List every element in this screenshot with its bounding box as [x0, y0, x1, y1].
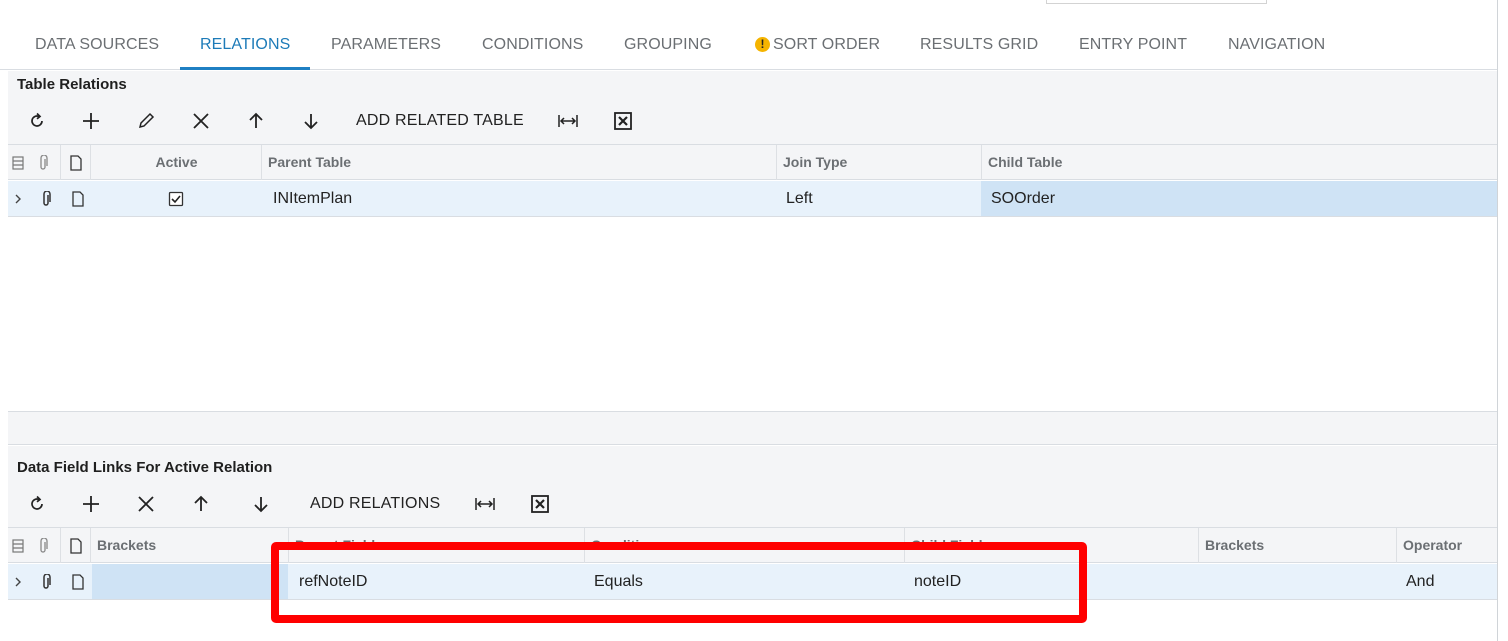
fit-link-columns-button[interactable]	[472, 491, 498, 517]
column-active[interactable]: Active	[90, 145, 262, 180]
note-header-icon	[60, 145, 90, 180]
expand-row-button[interactable]	[10, 564, 26, 599]
tab-relations[interactable]: RELATIONS	[200, 36, 290, 54]
move-link-down-button[interactable]	[248, 491, 274, 517]
fit-width-icon	[475, 498, 495, 510]
note-button[interactable]	[68, 564, 88, 599]
document-icon	[72, 573, 84, 590]
rows-icon	[12, 155, 24, 170]
column-parent-table[interactable]: Parent Table	[261, 145, 776, 180]
tab-sort-order-label: SORT ORDER	[773, 36, 881, 53]
document-icon	[69, 154, 82, 171]
column-operator[interactable]: Operator	[1396, 528, 1497, 563]
column-brackets-2[interactable]: Brackets	[1198, 528, 1396, 563]
add-related-table-button[interactable]: ADD RELATED TABLE	[356, 110, 524, 132]
row-selector-header-icon	[8, 528, 28, 563]
panel-splitter[interactable]	[8, 411, 1497, 445]
paperclip-header-icon	[33, 145, 53, 180]
add-relations-button[interactable]: ADD RELATIONS	[310, 493, 440, 515]
attachment-button[interactable]	[36, 181, 56, 216]
tab-navigation[interactable]: NAVIGATION	[1228, 36, 1325, 54]
cell-join-type[interactable]: Left	[776, 181, 981, 216]
cell-parent-table[interactable]: INItemPlan	[263, 181, 776, 216]
plus-icon	[83, 496, 99, 512]
tab-entry-point[interactable]: ENTRY POINT	[1079, 36, 1187, 54]
arrow-down-icon	[304, 114, 318, 130]
tab-parameters[interactable]: PARAMETERS	[331, 36, 441, 54]
active-tab-indicator	[180, 67, 310, 70]
arrow-up-icon	[249, 112, 263, 128]
plus-icon	[83, 113, 99, 129]
refresh-button[interactable]	[24, 108, 50, 134]
vertical-scrollbar[interactable]	[1497, 0, 1508, 641]
attachment-button[interactable]	[36, 564, 56, 599]
export-excel-button[interactable]	[610, 108, 636, 134]
warning-icon: !	[755, 37, 770, 52]
add-row-button[interactable]	[78, 108, 104, 134]
paperclip-header-icon	[33, 528, 53, 563]
fit-columns-button[interactable]	[555, 108, 581, 134]
chevron-right-icon	[15, 194, 21, 203]
column-join-type[interactable]: Join Type	[776, 145, 981, 180]
tab-bar: DATA SOURCES RELATIONS PARAMETERS CONDIT…	[0, 22, 1497, 70]
column-child-table[interactable]: Child Table	[981, 145, 1497, 180]
table-row[interactable]: INItemPlan Left SOOrder	[8, 181, 1497, 217]
table-relations-panel: Table Relations	[8, 71, 1497, 145]
note-button[interactable]	[68, 181, 88, 216]
refresh-icon	[31, 112, 43, 127]
close-icon	[138, 496, 154, 512]
cell-brackets-2[interactable]	[1198, 564, 1396, 599]
export-links-excel-button[interactable]	[527, 491, 553, 517]
cell-operator[interactable]: And	[1396, 564, 1497, 599]
arrow-up-icon	[194, 495, 208, 511]
tab-grouping[interactable]: GROUPING	[624, 36, 712, 54]
active-checkbox[interactable]	[166, 181, 186, 216]
expand-row-button[interactable]	[10, 181, 26, 216]
paperclip-icon	[43, 573, 51, 589]
fit-width-icon	[558, 115, 578, 127]
paperclip-icon	[40, 154, 48, 170]
edit-button[interactable]	[133, 108, 159, 134]
move-link-up-button[interactable]	[188, 491, 214, 517]
cell-brackets[interactable]	[92, 564, 288, 599]
chevron-right-icon	[15, 577, 21, 586]
refresh-links-button[interactable]	[24, 491, 50, 517]
top-search-input[interactable]	[1046, 0, 1267, 4]
annotation-highlight-box	[271, 542, 1087, 623]
excel-icon	[614, 112, 632, 130]
arrow-down-icon	[254, 497, 268, 513]
relations-grid-header: Active Parent Table Join Type Child Tabl…	[8, 144, 1497, 180]
delete-button[interactable]	[188, 108, 214, 134]
checkbox-checked-icon	[168, 191, 184, 206]
note-header-icon	[60, 528, 90, 563]
relations-grid-empty-area	[8, 217, 1497, 411]
tab-sort-order[interactable]: ! SORT ORDER	[755, 36, 880, 54]
refresh-icon	[31, 495, 43, 510]
tab-data-sources[interactable]: DATA SOURCES	[35, 36, 159, 54]
field-links-title: Data Field Links For Active Relation	[17, 459, 273, 476]
move-down-button[interactable]	[298, 108, 324, 134]
rows-icon	[12, 538, 24, 553]
excel-icon	[531, 495, 549, 513]
column-brackets[interactable]: Brackets	[90, 528, 288, 563]
delete-link-button[interactable]	[133, 491, 159, 517]
tab-results-grid[interactable]: RESULTS GRID	[920, 36, 1038, 54]
tab-conditions[interactable]: CONDITIONS	[482, 36, 583, 54]
cell-child-table[interactable]: SOOrder	[981, 181, 1497, 216]
add-link-button[interactable]	[78, 491, 104, 517]
paperclip-icon	[43, 190, 51, 206]
document-icon	[69, 537, 82, 554]
move-up-button[interactable]	[243, 108, 269, 134]
document-icon	[72, 190, 84, 207]
table-relations-title: Table Relations	[17, 76, 127, 93]
close-icon	[193, 113, 209, 129]
field-links-panel: Data Field Links For Active Relation	[8, 446, 1497, 528]
row-selector-header-icon	[8, 145, 28, 180]
pencil-icon	[138, 112, 155, 129]
paperclip-icon	[40, 537, 48, 553]
